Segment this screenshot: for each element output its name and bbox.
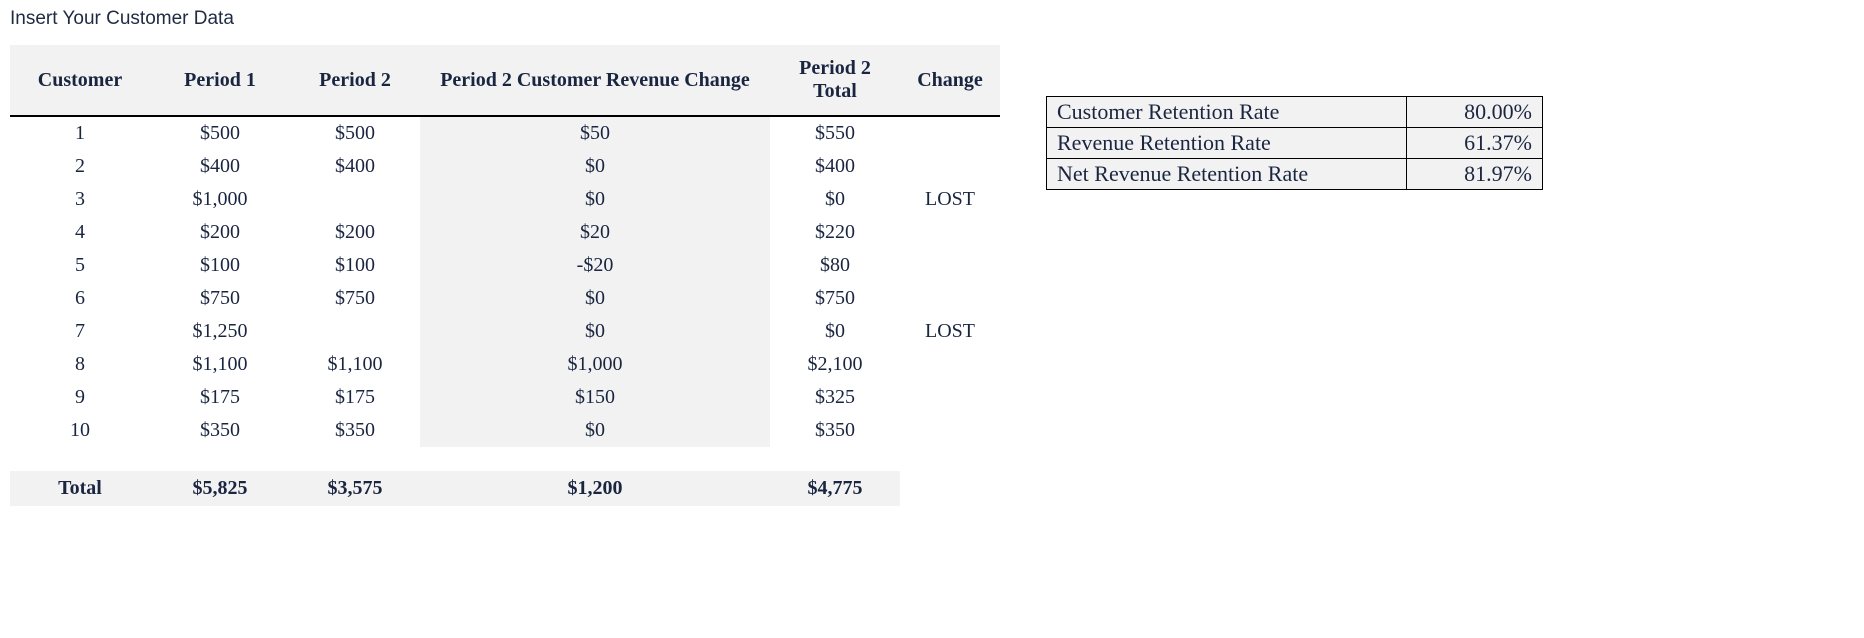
metric-row: Net Revenue Retention Rate 81.97%	[1047, 159, 1543, 190]
cell-total: $0	[770, 315, 900, 348]
col-rev-change: Period 2 Customer Revenue Change	[420, 45, 770, 116]
cell-change	[900, 348, 1000, 381]
cell-p2: $175	[290, 381, 420, 414]
table-row: 2 $400 $400 $0 $400	[10, 150, 1000, 183]
cell-p1: $500	[150, 116, 290, 150]
col-period2: Period 2	[290, 45, 420, 116]
cell-p1: $750	[150, 282, 290, 315]
cell-p1: $175	[150, 381, 290, 414]
cell-p1: $1,100	[150, 348, 290, 381]
totals-total: $4,775	[770, 471, 900, 506]
cell-change	[900, 381, 1000, 414]
cell-total: $325	[770, 381, 900, 414]
cell-p2: $350	[290, 414, 420, 447]
spacer-row	[10, 447, 1000, 471]
table-row: 1 $500 $500 $50 $550	[10, 116, 1000, 150]
cell-total: $80	[770, 249, 900, 282]
cell-customer: 6	[10, 282, 150, 315]
table-body: 1 $500 $500 $50 $550 2 $400 $400 $0 $400…	[10, 116, 1000, 471]
totals-p2: $3,575	[290, 471, 420, 506]
cell-customer: 8	[10, 348, 150, 381]
col-customer: Customer	[10, 45, 150, 116]
cell-rev: $0	[420, 150, 770, 183]
col-change: Change	[900, 45, 1000, 116]
cell-change	[900, 216, 1000, 249]
cell-p2: $200	[290, 216, 420, 249]
cell-customer: 1	[10, 116, 150, 150]
metric-value: 61.37%	[1407, 128, 1543, 159]
cell-total: $750	[770, 282, 900, 315]
cell-p1: $200	[150, 216, 290, 249]
table-header-row: Customer Period 1 Period 2 Period 2 Cust…	[10, 45, 1000, 116]
table-row: 3 $1,000 $0 $0 LOST	[10, 183, 1000, 216]
metric-value: 81.97%	[1407, 159, 1543, 190]
cell-change	[900, 282, 1000, 315]
cell-p1: $350	[150, 414, 290, 447]
cell-customer: 4	[10, 216, 150, 249]
cell-customer: 7	[10, 315, 150, 348]
cell-p2: $400	[290, 150, 420, 183]
metric-row: Revenue Retention Rate 61.37%	[1047, 128, 1543, 159]
cell-change	[900, 150, 1000, 183]
cell-customer: 3	[10, 183, 150, 216]
page-title: Insert Your Customer Data	[10, 8, 234, 30]
cell-rev: $0	[420, 282, 770, 315]
cell-rev: $20	[420, 216, 770, 249]
totals-label: Total	[10, 471, 150, 506]
metric-value: 80.00%	[1407, 97, 1543, 128]
cell-total: $0	[770, 183, 900, 216]
table-row: 4 $200 $200 $20 $220	[10, 216, 1000, 249]
totals-row: Total $5,825 $3,575 $1,200 $4,775	[10, 471, 1000, 506]
table-row: 8 $1,100 $1,100 $1,000 $2,100	[10, 348, 1000, 381]
table-row: 9 $175 $175 $150 $325	[10, 381, 1000, 414]
cell-rev: $0	[420, 183, 770, 216]
cell-customer: 9	[10, 381, 150, 414]
cell-p2	[290, 183, 420, 216]
cell-p2: $750	[290, 282, 420, 315]
cell-p1: $100	[150, 249, 290, 282]
cell-rev: $0	[420, 315, 770, 348]
cell-change: LOST	[900, 315, 1000, 348]
totals-change	[900, 471, 1000, 506]
metric-label: Customer Retention Rate	[1047, 97, 1407, 128]
customer-data-table: Customer Period 1 Period 2 Period 2 Cust…	[10, 45, 1000, 506]
cell-customer: 5	[10, 249, 150, 282]
cell-customer: 2	[10, 150, 150, 183]
table-row: 10 $350 $350 $0 $350	[10, 414, 1000, 447]
cell-total: $220	[770, 216, 900, 249]
cell-rev: $50	[420, 116, 770, 150]
cell-change	[900, 249, 1000, 282]
metric-row: Customer Retention Rate 80.00%	[1047, 97, 1543, 128]
metric-label: Revenue Retention Rate	[1047, 128, 1407, 159]
cell-rev: $1,000	[420, 348, 770, 381]
cell-p2: $100	[290, 249, 420, 282]
table-row: 6 $750 $750 $0 $750	[10, 282, 1000, 315]
table-row: 7 $1,250 $0 $0 LOST	[10, 315, 1000, 348]
cell-p2: $1,100	[290, 348, 420, 381]
cell-p1: $400	[150, 150, 290, 183]
metric-label: Net Revenue Retention Rate	[1047, 159, 1407, 190]
col-period1: Period 1	[150, 45, 290, 116]
cell-p1: $1,250	[150, 315, 290, 348]
totals-rev: $1,200	[420, 471, 770, 506]
cell-p2	[290, 315, 420, 348]
cell-customer: 10	[10, 414, 150, 447]
cell-change: LOST	[900, 183, 1000, 216]
cell-change	[900, 414, 1000, 447]
cell-rev: -$20	[420, 249, 770, 282]
cell-total: $400	[770, 150, 900, 183]
table-row: 5 $100 $100 -$20 $80	[10, 249, 1000, 282]
cell-change	[900, 116, 1000, 150]
cell-p1: $1,000	[150, 183, 290, 216]
cell-total: $2,100	[770, 348, 900, 381]
totals-p1: $5,825	[150, 471, 290, 506]
metrics-table: Customer Retention Rate 80.00% Revenue R…	[1046, 96, 1543, 190]
col-total: Period 2 Total	[770, 45, 900, 116]
cell-total: $550	[770, 116, 900, 150]
cell-rev: $150	[420, 381, 770, 414]
cell-total: $350	[770, 414, 900, 447]
cell-rev: $0	[420, 414, 770, 447]
cell-p2: $500	[290, 116, 420, 150]
